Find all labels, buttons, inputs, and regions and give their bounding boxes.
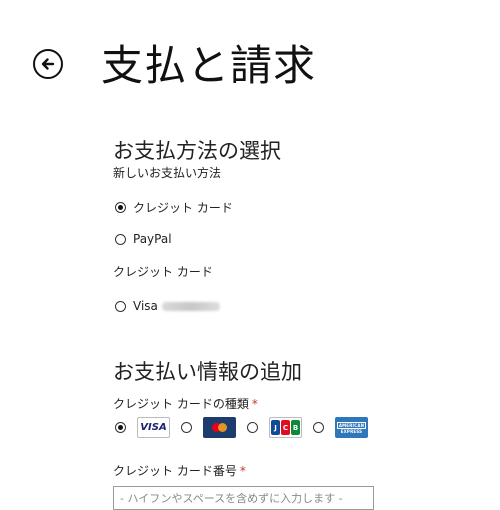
card-type-jcb[interactable]: JCB — [247, 417, 302, 438]
page-title: 支払と請求 — [101, 41, 317, 90]
card-type-label: クレジット カードの種類 * — [113, 396, 258, 412]
card-number-input[interactable] — [113, 486, 374, 510]
jcb-logo-icon: JCB — [269, 417, 302, 438]
new-payment-method-label: 新しいお支払い方法 — [113, 166, 222, 180]
paypal-option-label: PayPal — [133, 232, 172, 246]
option-paypal[interactable]: PayPal — [115, 232, 172, 246]
mastercard-radio[interactable] — [181, 422, 192, 433]
card-number-label-text: クレジット カード番号 — [113, 464, 237, 478]
visa-logo-text: VISA — [140, 422, 167, 433]
amex-radio[interactable] — [313, 422, 324, 433]
required-marker: * — [251, 397, 258, 411]
card-type-options: VISA JCB AMERICAN EXPRESS — [115, 417, 379, 438]
amex-logo-icon: AMERICAN EXPRESS — [335, 417, 368, 438]
required-marker: * — [239, 464, 246, 478]
saved-card-label: Visa — [133, 299, 158, 313]
option-credit-card[interactable]: クレジット カード — [115, 199, 233, 216]
card-type-visa[interactable]: VISA — [115, 417, 170, 438]
payment-info-section-title: お支払い情報の追加 — [113, 360, 302, 384]
saved-cards-label: クレジット カード — [113, 265, 213, 279]
mastercard-logo-icon — [203, 417, 236, 438]
card-type-mastercard[interactable] — [181, 417, 236, 438]
card-type-amex[interactable]: AMERICAN EXPRESS — [313, 417, 368, 438]
saved-card-visa[interactable]: Visa — [115, 299, 220, 313]
visa-logo-icon: VISA — [137, 417, 170, 438]
visa-radio[interactable] — [115, 422, 126, 433]
card-number-label: クレジット カード番号 * — [113, 463, 246, 479]
back-arrow-icon — [41, 58, 55, 70]
saved-card-radio[interactable] — [115, 300, 126, 312]
credit-card-radio[interactable] — [115, 202, 126, 213]
paypal-radio[interactable] — [115, 233, 126, 245]
jcb-radio[interactable] — [247, 422, 258, 433]
back-button[interactable] — [33, 49, 63, 79]
redacted-card-number — [161, 301, 220, 311]
payment-method-section-title: お支払方法の選択 — [113, 139, 281, 163]
card-type-label-text: クレジット カードの種類 — [113, 397, 249, 411]
credit-card-option-label: クレジット カード — [133, 201, 233, 215]
